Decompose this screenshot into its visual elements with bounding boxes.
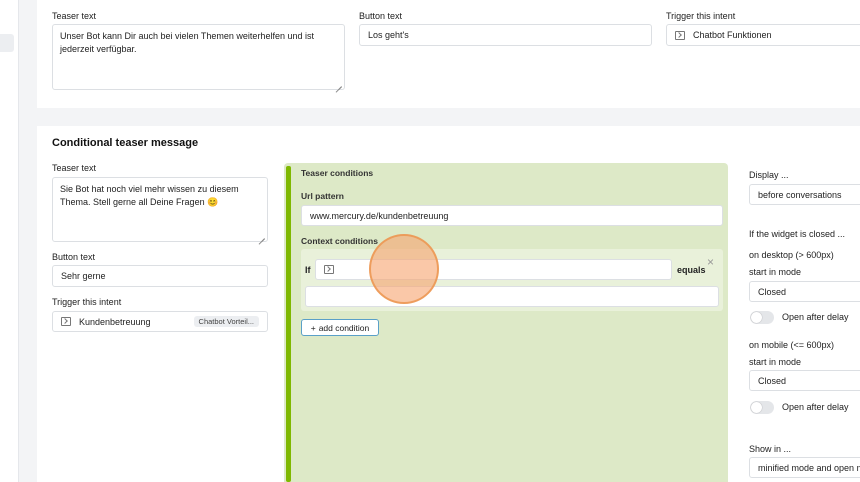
context-value-input[interactable] — [305, 286, 719, 307]
url-pattern-label: Url pattern — [301, 191, 344, 201]
show-in-select[interactable]: minified mode and open mo — [749, 457, 860, 478]
add-condition-label: add condition — [318, 322, 370, 333]
add-condition-button[interactable]: + add condition — [301, 319, 379, 336]
display-label: Display ... — [749, 170, 789, 180]
click-indicator — [369, 234, 439, 304]
show-in-value: minified mode and open mo — [758, 462, 860, 473]
conditional-teaser-text-area[interactable]: Sie Bot hat noch viel mehr wissen zu die… — [52, 177, 268, 242]
conditional-trigger-label: Trigger this intent — [52, 297, 122, 307]
conditional-trigger-value: Kundenbetreuung — [79, 316, 151, 327]
conditional-button-text-value: Sehr gerne — [61, 271, 106, 281]
trigger-intent-value: Chatbot Funktionen — [693, 30, 772, 40]
conditional-teaser-text-value: Sie Bot hat noch viel mehr wissen zu die… — [60, 184, 239, 207]
left-sidebar — [0, 0, 19, 482]
close-icon[interactable]: × — [707, 255, 714, 269]
mobile-delay-label: Open after delay — [782, 402, 849, 412]
button-text-label: Button text — [359, 11, 403, 21]
context-conditions-label: Context conditions — [301, 236, 378, 246]
plus-icon: + — [310, 322, 316, 333]
conditional-button-text-input[interactable]: Sehr gerne — [52, 265, 268, 287]
conditional-button-text-label: Button text — [52, 252, 96, 262]
mobile-delay-toggle[interactable] — [750, 401, 774, 414]
desktop-mode-label: start in mode — [749, 267, 802, 277]
teaser-text-area[interactable]: Unser Bot kann Dir auch bei vielen Theme… — [52, 24, 345, 90]
teaser-text-label: Teaser text — [52, 11, 97, 21]
mobile-mode-label: start in mode — [749, 357, 802, 367]
desktop-label: on desktop (> 600px) — [749, 250, 834, 260]
conditional-teaser-text-label: Teaser text — [52, 163, 97, 173]
url-pattern-input[interactable]: www.mercury.de/kundenbetreuung — [301, 205, 723, 226]
terminal-icon — [675, 30, 685, 40]
mobile-mode-value: Closed — [758, 375, 787, 386]
trigger-intent-select[interactable]: Chatbot Funktionen — [666, 24, 860, 46]
button-text-value: Los geht's — [368, 30, 409, 40]
mobile-mode-select[interactable]: Closed — [749, 370, 860, 391]
desktop-delay-toggle[interactable] — [750, 311, 774, 324]
button-text-input[interactable]: Los geht's — [359, 24, 652, 46]
terminal-icon — [324, 265, 334, 274]
equals-label: equals — [677, 265, 706, 275]
section-title: Conditional teaser message — [52, 137, 199, 149]
display-value: before conversations — [758, 189, 842, 200]
sidebar-selected-item[interactable] — [0, 34, 14, 52]
conditional-trigger-select[interactable]: Kundenbetreuung Chatbot Vorteil... — [52, 311, 268, 332]
desktop-mode-value: Closed — [758, 286, 787, 297]
trigger-intent-label: Trigger this intent — [666, 11, 736, 21]
intent-tag: Chatbot Vorteil... — [193, 316, 259, 327]
teaser-conditions-title: Teaser conditions — [301, 168, 374, 178]
terminal-icon — [61, 317, 71, 326]
url-pattern-value: www.mercury.de/kundenbetreuung — [310, 210, 449, 221]
desktop-mode-select[interactable]: Closed — [749, 281, 860, 302]
conditions-accent-bar — [286, 166, 291, 482]
mobile-label: on mobile (<= 600px) — [749, 340, 835, 350]
desktop-delay-label: Open after delay — [782, 312, 849, 322]
resize-handle[interactable] — [259, 233, 265, 239]
if-label: If — [305, 265, 311, 275]
display-select[interactable]: before conversations — [749, 184, 860, 205]
closed-widget-label: If the widget is closed ... — [749, 229, 846, 239]
teaser-text-value: Unser Bot kann Dir auch bei vielen Theme… — [60, 31, 314, 54]
resize-handle[interactable] — [336, 81, 342, 87]
show-in-label: Show in ... — [749, 444, 792, 454]
